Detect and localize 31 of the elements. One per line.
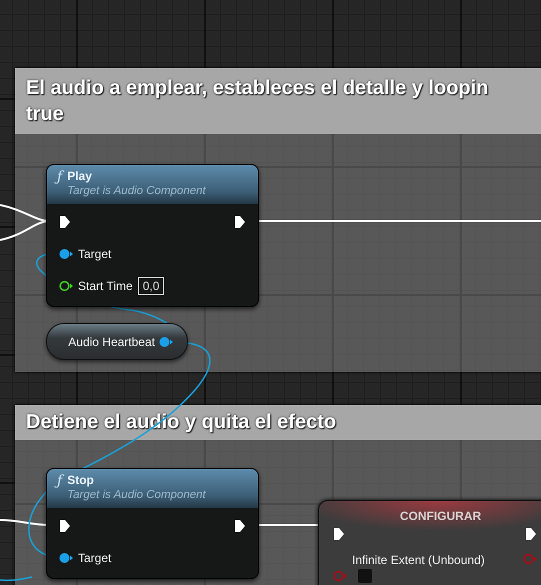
function-node[interactable]: ƒ Stop Target is Audio Component Target (46, 468, 259, 579)
float-pin[interactable] (59, 280, 73, 292)
object-wire (0, 576, 32, 582)
exec-pin[interactable] (59, 215, 71, 229)
variable-node[interactable]: Audio Heartbeat (46, 323, 188, 360)
node-title: Play (67, 169, 93, 183)
checkbox[interactable] (358, 569, 372, 583)
setter-node[interactable]: CONFIGURAR Infinite Extent (Unbound) (318, 500, 541, 585)
value-field[interactable]: 0,0 (138, 277, 164, 295)
object-pin[interactable] (59, 248, 73, 260)
comment-title: true (26, 102, 64, 127)
variable-label: Audio Heartbeat (68, 334, 155, 348)
pin-label: Start Time (78, 279, 133, 293)
function-node[interactable]: ƒ Play Target is Audio Component Target Start Time 0,0 (46, 164, 259, 307)
exec-pin[interactable] (525, 527, 537, 541)
pin-label: Target (78, 247, 112, 261)
object-pin[interactable] (59, 552, 73, 564)
exec-pin[interactable] (234, 519, 246, 533)
node-title: Stop (67, 473, 95, 487)
function-icon: ƒ (57, 169, 62, 185)
node-title: CONFIGURAR (398, 508, 482, 523)
node-subtitle: Target is Audio Component (67, 488, 206, 503)
function-icon: ƒ (57, 473, 62, 489)
comment-title: El audio a emplear, estableces el detalle y loopin (26, 76, 488, 101)
exec-pin[interactable] (59, 519, 71, 533)
exec-pin[interactable] (234, 215, 246, 229)
object-pin[interactable] (159, 336, 173, 348)
exec-pin[interactable] (333, 527, 345, 541)
node-subtitle: Target is Audio Component (67, 184, 206, 199)
pin-label: Infinite Extent (Unbound) (352, 553, 485, 567)
pin-label: Target (78, 551, 112, 565)
